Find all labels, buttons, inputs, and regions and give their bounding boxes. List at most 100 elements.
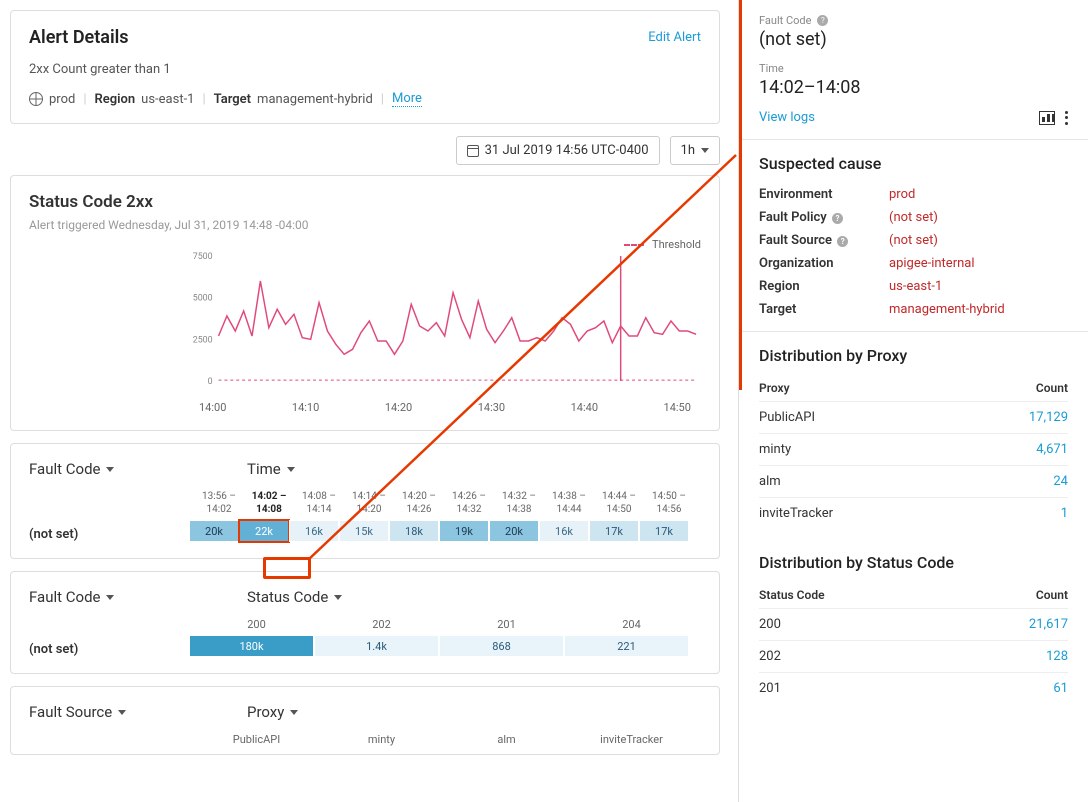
proxy-header: minty [319,733,444,750]
heat-cell[interactable]: 19k [439,520,489,542]
more-link[interactable]: More [392,91,422,107]
dist-status-title: Distribution by Status Code [739,529,1088,582]
chevron-down-icon [106,467,114,472]
status-code-dropdown[interactable]: Status Code [247,588,342,606]
status-cell[interactable]: 868 [439,635,564,657]
count-link[interactable]: 128 [1046,649,1068,664]
proxy-dropdown[interactable]: Proxy [247,703,298,721]
heat-cell[interactable]: 15k [339,520,389,542]
alert-details-card: Alert Details Edit Alert 2xx Count great… [10,10,720,124]
count-link[interactable]: 1 [1061,506,1068,521]
proxy-header: PublicAPI [194,733,319,750]
proxy-header: alm [444,733,569,750]
status-cell[interactable]: 180k [189,635,314,657]
time-range-button[interactable]: 1h [670,136,720,165]
proxy-header: inviteTracker [569,733,694,750]
alert-title: Alert Details [29,27,129,48]
meta-target-value: management-hybrid [257,92,373,107]
facet-proxy-card: Fault Source Proxy PublicAPImintyalminvi… [10,686,720,755]
side-fault-code-value: (not set) [759,29,1068,50]
status-dist-row: 20161 [759,672,1068,704]
proxy-dist-row: inviteTracker1 [759,497,1068,529]
threshold-swatch [624,244,644,246]
time-range-header: 14:26 –14:32 [444,490,494,520]
date-label: 31 Jul 2019 14:56 UTC-0400 [485,143,649,158]
kv-region: Regionus-east-1 [739,275,1088,298]
heat-cell[interactable]: 17k [639,520,689,542]
facet-time-card: Fault Code Time 13:56 –14:0214:02 –14:08… [10,443,720,559]
help-icon[interactable]: ? [817,15,828,26]
meta-region-label: Region [95,92,136,107]
fault-source-dropdown[interactable]: Fault Source [29,703,187,721]
help-icon[interactable]: ? [832,213,843,224]
proxy-headers: PublicAPImintyalminviteTracker [194,733,694,750]
dist-proxy-title: Distribution by Proxy [739,332,1088,375]
status-cells: 180k1.4k868221 [189,635,689,657]
status-header: 204 [569,618,694,635]
count-link[interactable]: 17,129 [1029,410,1068,425]
heat-cell[interactable]: 17k [589,520,639,542]
date-picker-button[interactable]: 31 Jul 2019 14:56 UTC-0400 [456,136,660,165]
status-row-label: (not set) [29,642,189,657]
kv-target: Targetmanagement-hybrid [739,298,1088,331]
help-icon[interactable]: ? [837,236,848,247]
facet-status-card: Fault Code Status Code 200202201204 (not… [10,571,720,674]
svg-text:5000: 5000 [193,294,213,304]
fault-code-row-label: (not set) [29,527,189,542]
chevron-down-icon [701,148,709,153]
heat-cell[interactable]: 18k [389,520,439,542]
count-link[interactable]: 24 [1053,474,1068,489]
time-range-header: 14:02 –14:08 [244,490,294,520]
time-range-header: 14:32 –14:38 [494,490,544,520]
side-panel: Fault Code ? (not set) Time 14:02–14:08 … [738,0,1088,802]
edit-alert-link[interactable]: Edit Alert [648,30,701,45]
chart-subtitle: Alert triggered Wednesday, Jul 31, 2019 … [29,218,701,232]
kv-fault-policy: Fault Policy ? (not set) [739,206,1088,229]
chevron-down-icon [106,595,114,600]
time-heat-cells: 20k22k16k15k18k19k20k16k17k17k [189,520,701,542]
count-link[interactable]: 61 [1053,681,1068,696]
count-col-header-2: Count [1036,588,1068,602]
suspected-cause-title: Suspected cause [739,140,1088,183]
globe-icon [29,92,43,106]
chart-x-ticks: 14:0014:1014:2014:3014:4014:50 [29,401,701,414]
side-time-value: 14:02–14:08 [759,77,1068,98]
heat-cell[interactable]: 16k [539,520,589,542]
svg-text:0: 0 [208,377,213,387]
time-range-header: 14:44 –14:50 [594,490,644,520]
heat-cell[interactable]: 20k [489,520,539,542]
proxy-dist-row: minty4,671 [759,433,1068,465]
kv-organization: Organizationapigee-internal [739,252,1088,275]
count-link[interactable]: 4,671 [1036,442,1068,457]
heat-cell[interactable]: 20k [189,520,239,542]
proxy-dist-row: PublicAPI17,129 [759,401,1068,433]
heat-cell[interactable]: 16k [289,520,339,542]
alert-subtitle: 2xx Count greater than 1 [29,62,701,77]
kv-fault-source: Fault Source ? (not set) [739,229,1088,252]
fault-code-dropdown-2[interactable]: Fault Code [29,588,187,606]
status-dist-row: 202128 [759,640,1068,672]
chart-icon[interactable] [1039,111,1055,125]
line-chart: 0250050007500 [189,251,701,401]
view-logs-link[interactable]: View logs [759,110,815,125]
panel-highlight-edge [739,0,742,390]
fault-code-dropdown[interactable]: Fault Code [29,460,187,478]
count-link[interactable]: 21,617 [1029,617,1068,632]
status-dist-row: 20021,617 [759,608,1068,640]
heat-cell[interactable]: 22k [239,520,289,542]
time-range-headers: 13:56 –14:0214:02 –14:0814:08 –14:1414:1… [194,490,701,520]
meta-target-label: Target [214,92,251,107]
svg-text:7500: 7500 [193,252,213,262]
status-header: 200 [194,618,319,635]
calendar-icon [467,145,479,157]
status-chart-card: Status Code 2xx Alert triggered Wednesda… [10,175,720,431]
kv-environment: Environmentprod [739,183,1088,206]
status-cell[interactable]: 1.4k [314,635,439,657]
proxy-col-header: Proxy [759,381,790,395]
chart-title: Status Code 2xx [29,192,701,212]
status-cell[interactable]: 221 [564,635,689,657]
meta-region-value: us-east-1 [141,92,194,107]
more-menu-icon[interactable] [1065,111,1068,125]
proxy-dist-row: alm24 [759,465,1068,497]
time-dropdown[interactable]: Time [247,460,295,478]
